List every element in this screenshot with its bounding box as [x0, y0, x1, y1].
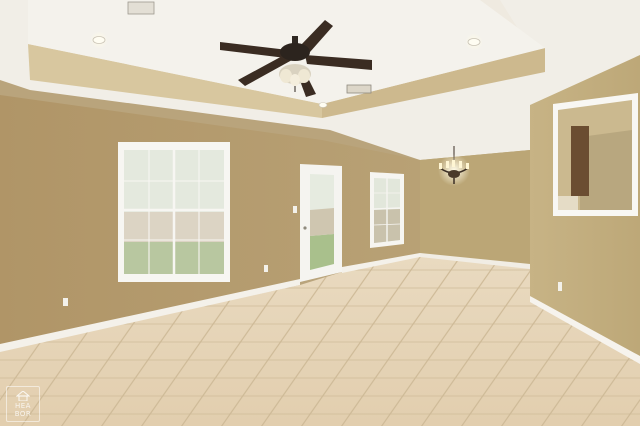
wall-outlet [558, 282, 562, 291]
light-switch [293, 206, 297, 213]
watermark-line-1: HEA [15, 402, 31, 410]
window-left [118, 142, 230, 282]
watermark-line-2: BOR [14, 410, 32, 418]
wall-outlet [264, 265, 268, 272]
window-right [370, 172, 404, 248]
house-icon [16, 391, 30, 401]
brand-watermark: HEA BOR [6, 386, 40, 422]
wall-outlet [63, 298, 68, 306]
wall-opening [553, 93, 638, 216]
exterior-door [300, 164, 342, 282]
ceiling-vent [346, 84, 372, 94]
room-photo [0, 0, 640, 426]
ceiling-vent [127, 1, 155, 15]
